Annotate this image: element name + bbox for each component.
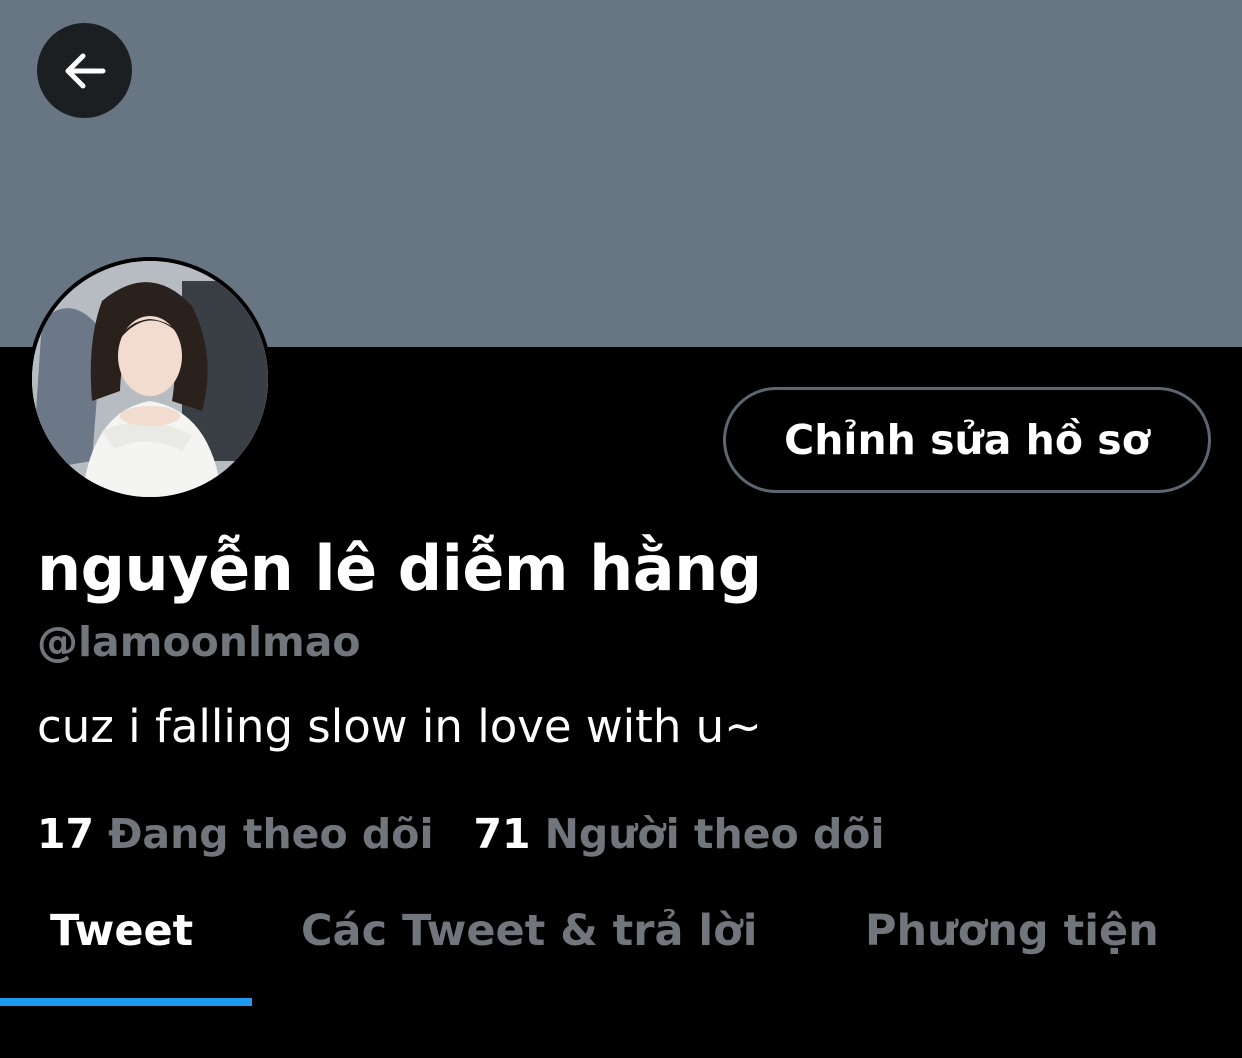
tab-media[interactable]: Phương tiện (865, 906, 1159, 956)
following-count: 17 (37, 810, 95, 858)
tab-tweets-and-replies[interactable]: Các Tweet & trả lời (301, 906, 757, 956)
following-label: Đang theo dõi (108, 810, 434, 858)
profile-tabs: Tweet Các Tweet & trả lời Phương tiện (0, 880, 1242, 1010)
profile-bio: cuz i falling slow in love with u~ (37, 700, 762, 753)
display-name: nguyễn lê diễm hằng (37, 532, 762, 605)
username-handle: @lamoonlmao (37, 618, 361, 666)
tab-tweets[interactable]: Tweet (50, 906, 193, 956)
following-link[interactable]: 17 Đang theo dõi (37, 810, 434, 858)
profile-page: Chỉnh sửa hồ sơ nguyễn lê diễm hằng @lam… (0, 0, 1242, 1058)
back-button[interactable] (37, 23, 132, 118)
followers-label: Người theo dõi (544, 810, 885, 858)
avatar[interactable] (28, 257, 272, 501)
active-tab-indicator (0, 998, 252, 1006)
followers-link[interactable]: 71 Người theo dõi (474, 810, 885, 858)
followers-count: 71 (473, 810, 531, 858)
arrow-left-icon (65, 53, 105, 88)
edit-profile-button[interactable]: Chỉnh sửa hồ sơ (723, 387, 1211, 493)
profile-photo (32, 261, 268, 497)
follow-stats: 17 Đang theo dõi 71 Người theo dõi (37, 810, 885, 862)
